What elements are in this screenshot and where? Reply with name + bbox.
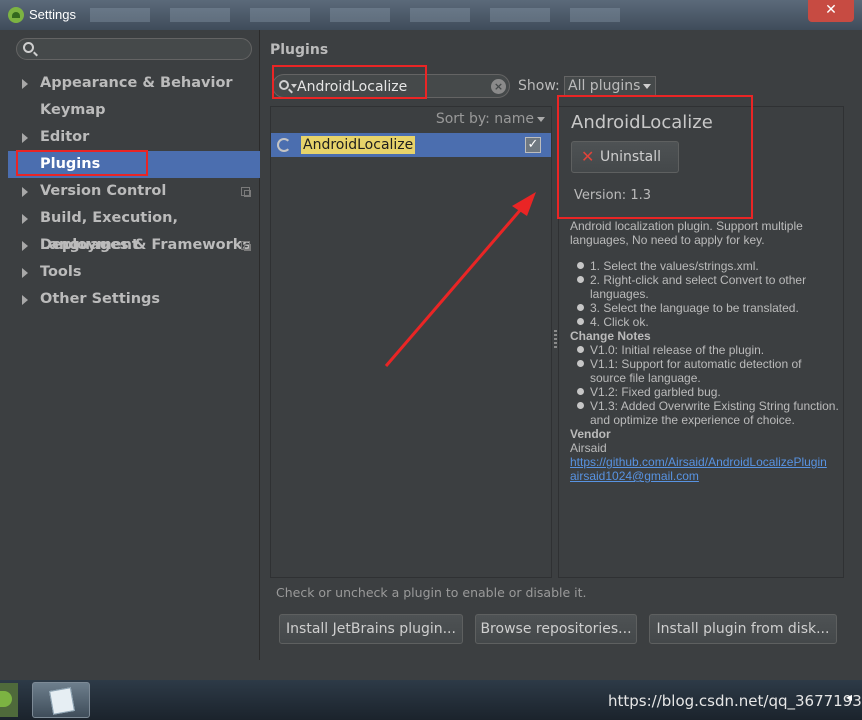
sidebar-item-label: Keymap bbox=[40, 102, 106, 118]
show-filter-select[interactable]: All plugins bbox=[564, 76, 656, 96]
browse-repositories-button[interactable]: Browse repositories... bbox=[475, 614, 637, 644]
plugin-description: Android localization plugin. Support mul… bbox=[570, 219, 840, 483]
project-level-icon bbox=[241, 187, 251, 197]
project-level-icon bbox=[241, 241, 251, 251]
sidebar-item-other-settings[interactable]: Other Settings bbox=[8, 286, 260, 313]
vendor-email-link[interactable]: airsaid1024@gmail.com bbox=[570, 469, 699, 483]
notepad-taskbar-icon[interactable] bbox=[32, 682, 90, 718]
expand-arrow-icon[interactable] bbox=[22, 295, 28, 305]
sidebar-item-label: Editor bbox=[40, 129, 90, 145]
tray-arrow-icon[interactable]: ◂ bbox=[846, 690, 852, 704]
blurred-title-background bbox=[90, 8, 620, 22]
sidebar-item-label: Appearance & Behavior bbox=[40, 75, 233, 91]
list-item: 3. Select the language to be translated. bbox=[570, 301, 840, 315]
list-item: 4. Click ok. bbox=[570, 315, 840, 329]
plugin-hint-text: Check or uncheck a plugin to enable or d… bbox=[276, 585, 587, 600]
sidebar-item-label: Other Settings bbox=[40, 291, 161, 307]
expand-arrow-icon[interactable] bbox=[22, 187, 28, 197]
vendor-url-link[interactable]: https://github.com/Airsaid/AndroidLocali… bbox=[570, 455, 827, 469]
expand-arrow-icon[interactable] bbox=[22, 241, 28, 251]
expand-arrow-icon[interactable] bbox=[22, 214, 28, 224]
description-text: Android localization plugin. Support mul… bbox=[570, 219, 803, 247]
sidebar-item-version-control[interactable]: Version Control bbox=[8, 178, 260, 205]
vendor-name: Airsaid bbox=[570, 441, 607, 455]
chevron-down-icon bbox=[643, 84, 651, 89]
list-item[interactable]: AndroidLocalize ✓ bbox=[271, 133, 551, 157]
annotation-box-search bbox=[272, 65, 427, 99]
sidebar-item-appearance-behavior[interactable]: Appearance & Behavior bbox=[8, 70, 260, 97]
annotation-box-detail bbox=[557, 95, 753, 219]
sidebar-item-editor[interactable]: Editor bbox=[8, 124, 260, 151]
search-icon bbox=[23, 42, 34, 53]
vendor-heading: Vendor bbox=[570, 427, 611, 441]
list-item: V1.1: Support for automatic detection of… bbox=[570, 357, 840, 385]
usage-steps: 1. Select the values/strings.xml. 2. Rig… bbox=[570, 259, 840, 329]
list-item: V1.0: Initial release of the plugin. bbox=[570, 343, 840, 357]
list-item: V1.2: Fixed garbled bug. bbox=[570, 385, 840, 399]
sort-by-label: Sort by: name bbox=[435, 111, 534, 127]
list-item: 2. Right-click and select Convert to oth… bbox=[570, 273, 840, 301]
sidebar-item-tools[interactable]: Tools bbox=[8, 259, 260, 286]
sidebar-item-label: Tools bbox=[40, 264, 82, 280]
sidebar-item-build-execution-deployment[interactable]: Build, Execution, Deployment bbox=[8, 205, 260, 253]
title-bar: Settings ✕ bbox=[0, 0, 862, 30]
sidebar-item-label: Languages & Frameworks bbox=[40, 237, 252, 253]
expand-arrow-icon[interactable] bbox=[22, 79, 28, 89]
android-studio-icon bbox=[8, 7, 24, 23]
chevron-down-icon bbox=[537, 116, 545, 122]
show-label: Show: bbox=[518, 78, 560, 94]
settings-sidebar: Appearance & Behavior Keymap Editor Plug… bbox=[8, 30, 260, 660]
close-window-button[interactable]: ✕ bbox=[808, 0, 854, 22]
plugin-icon bbox=[277, 138, 291, 152]
settings-tree: Appearance & Behavior Keymap Editor Plug… bbox=[8, 70, 260, 313]
plugin-list: Sort by: name AndroidLocalize ✓ bbox=[270, 106, 552, 578]
show-filter-value: All plugins bbox=[568, 78, 641, 94]
sidebar-item-label: Version Control bbox=[40, 183, 167, 199]
os-taskbar: https://blog.csdn.net/qq_36771930 ◂ bbox=[0, 680, 862, 720]
expand-arrow-icon[interactable] bbox=[22, 268, 28, 278]
plugin-enabled-checkbox[interactable]: ✓ bbox=[525, 137, 541, 153]
change-notes-heading: Change Notes bbox=[570, 329, 651, 343]
list-item: V1.3: Added Overwrite Existing String fu… bbox=[570, 399, 840, 427]
sort-by-dropdown[interactable]: Sort by: name bbox=[436, 111, 545, 127]
annotation-box-plugins bbox=[16, 150, 148, 176]
android-studio-taskbar-icon[interactable] bbox=[0, 683, 18, 717]
expand-arrow-icon[interactable] bbox=[22, 133, 28, 143]
clear-search-icon[interactable]: × bbox=[491, 79, 506, 94]
page-title: Plugins bbox=[270, 42, 329, 58]
list-item: 1. Select the values/strings.xml. bbox=[570, 259, 840, 273]
install-jetbrains-plugin-button[interactable]: Install JetBrains plugin... bbox=[279, 614, 463, 644]
window-title: Settings bbox=[29, 7, 76, 22]
watermark: https://blog.csdn.net/qq_36771930 bbox=[608, 692, 862, 710]
splitter-handle[interactable] bbox=[554, 330, 557, 348]
sidebar-item-languages-frameworks[interactable]: Languages & Frameworks bbox=[8, 232, 260, 259]
sidebar-item-keymap[interactable]: Keymap bbox=[8, 97, 260, 124]
change-notes-list: V1.0: Initial release of the plugin. V1.… bbox=[570, 343, 840, 427]
install-from-disk-button[interactable]: Install plugin from disk... bbox=[649, 614, 837, 644]
plugin-name: AndroidLocalize bbox=[301, 136, 416, 154]
settings-search-input[interactable] bbox=[16, 38, 252, 60]
